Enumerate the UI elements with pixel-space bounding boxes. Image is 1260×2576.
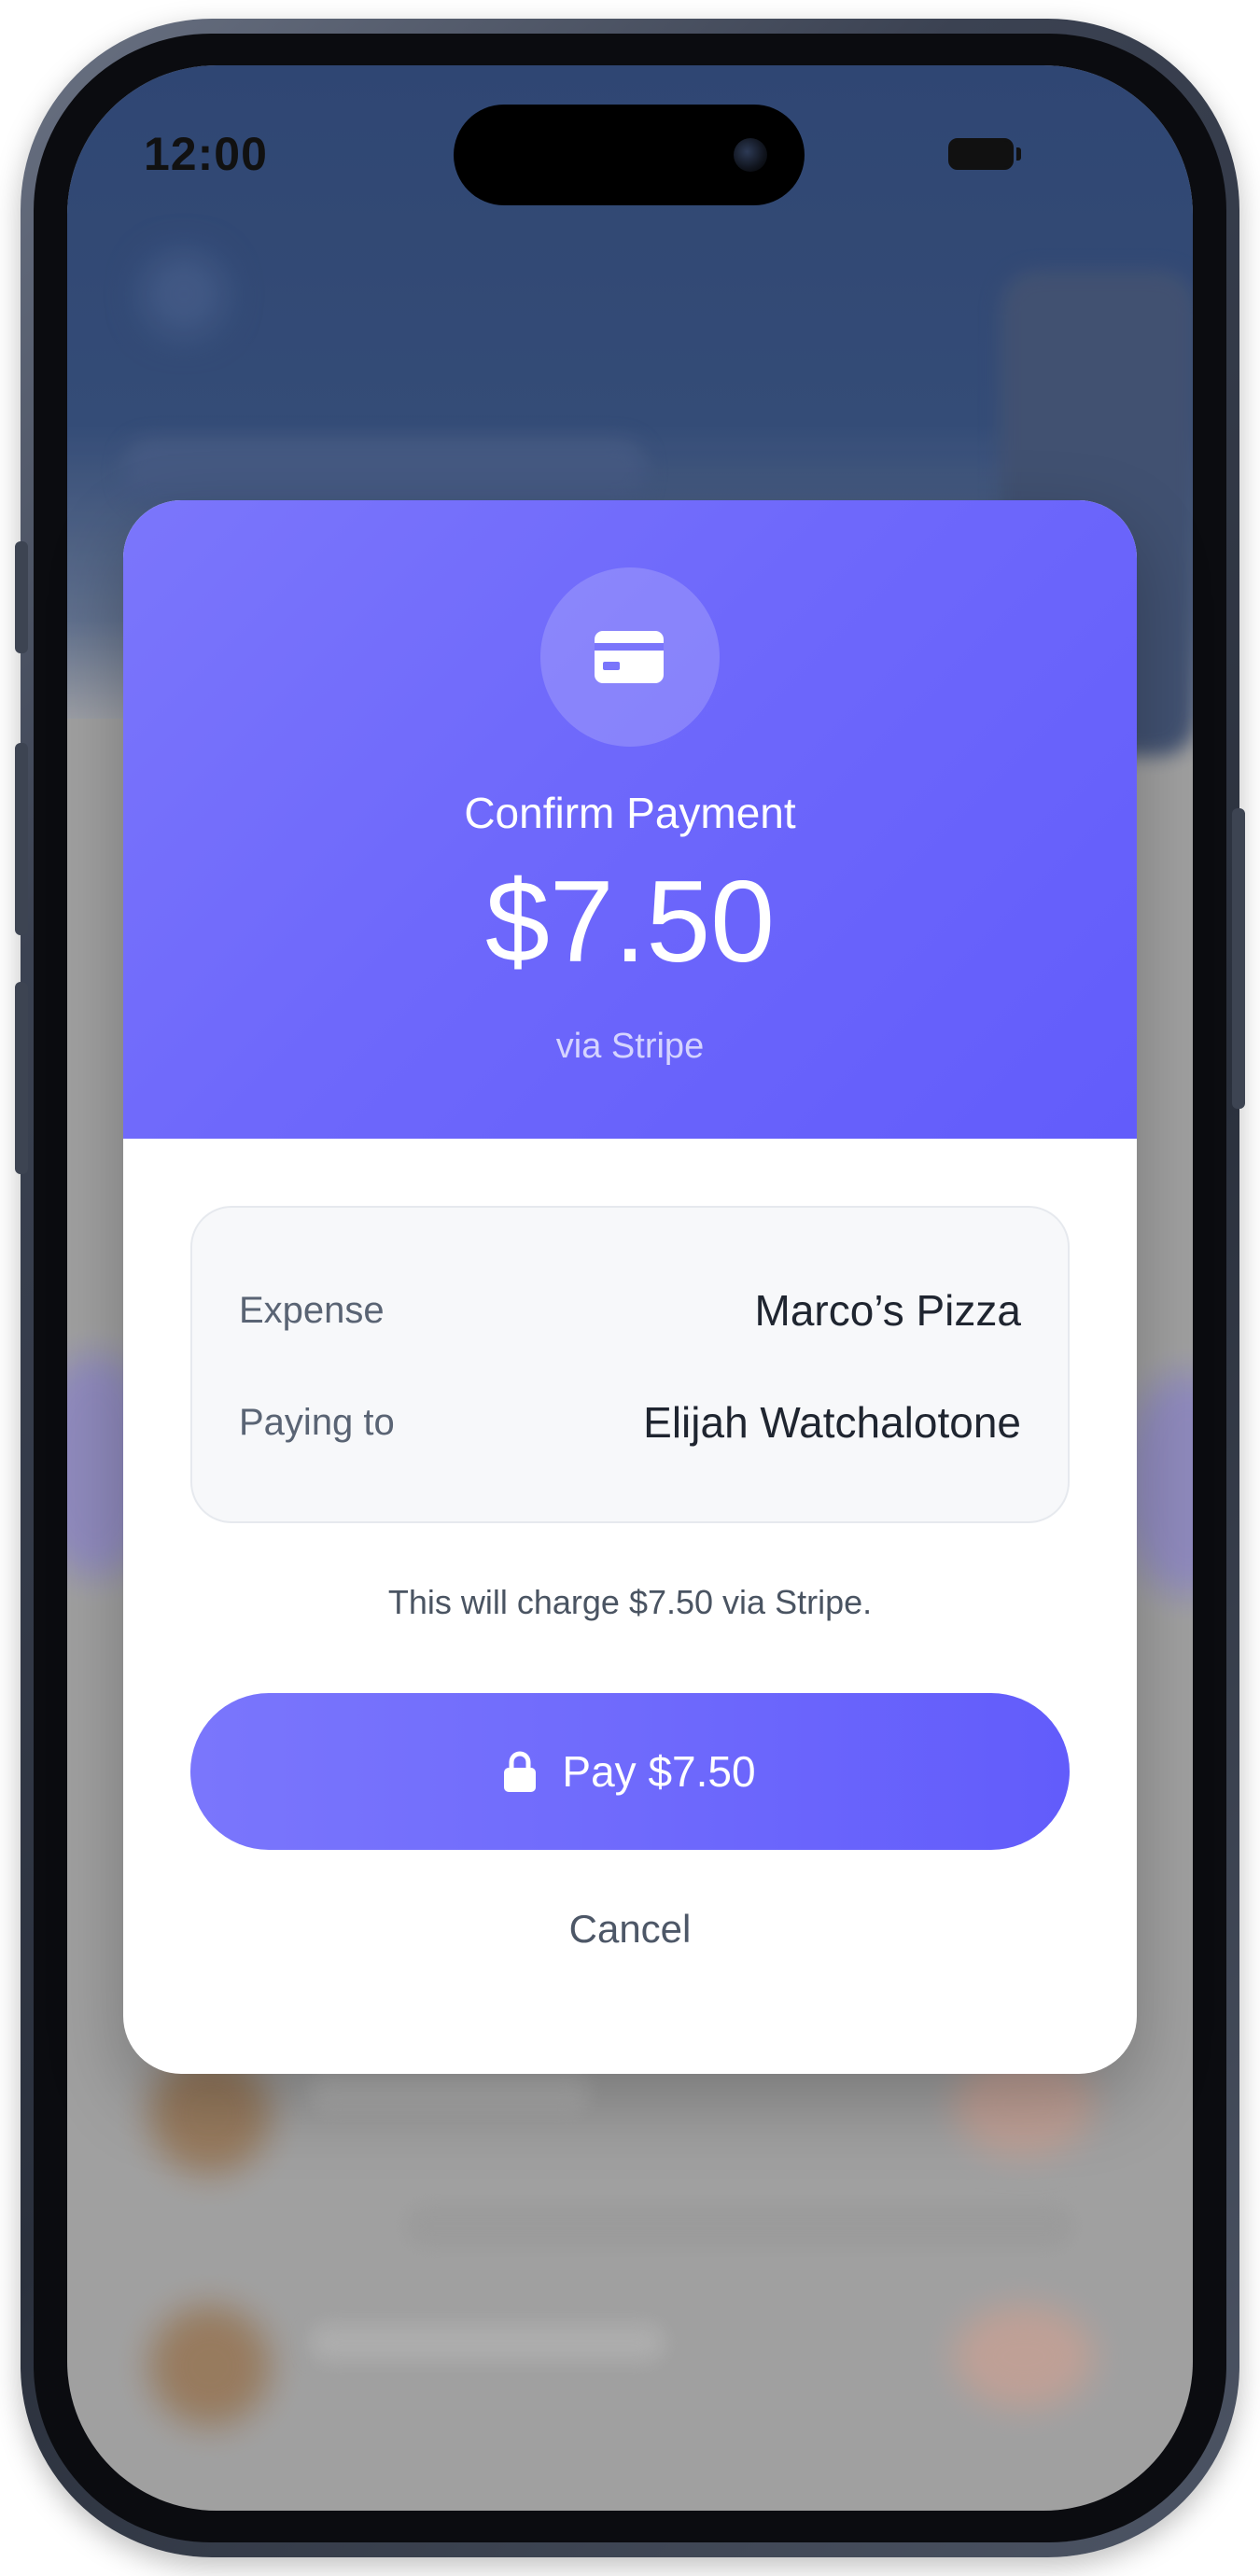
payment-details-card: Expense Marco’s Pizza Paying to Elijah W…	[190, 1206, 1070, 1523]
camera-icon	[734, 138, 767, 172]
detail-row-paying-to: Paying to Elijah Watchalotone	[239, 1394, 1021, 1450]
battery-icon	[948, 138, 1014, 170]
cancel-button[interactable]: Cancel	[537, 1897, 723, 1962]
credit-card-icon	[595, 631, 664, 683]
modal-title: Confirm Payment	[464, 789, 796, 837]
lock-icon	[504, 1751, 537, 1792]
detail-label: Expense	[239, 1290, 385, 1331]
battery-tip	[1016, 147, 1021, 161]
pay-button[interactable]: Pay $7.50	[190, 1693, 1070, 1850]
modal-header: Confirm Payment $7.50 via Stripe	[123, 500, 1137, 1139]
payment-amount: $7.50	[484, 858, 776, 987]
payment-provider: via Stripe	[555, 1027, 705, 1066]
power-button	[1232, 808, 1245, 1109]
detail-value: Marco’s Pizza	[754, 1286, 1021, 1335]
payment-modal: Confirm Payment $7.50 via Stripe Expense…	[123, 500, 1137, 2074]
charge-note: This will charge $7.50 via Stripe.	[387, 1583, 873, 1621]
status-time: 12:00	[144, 128, 268, 180]
card-icon-badge	[540, 567, 720, 747]
dynamic-island	[454, 105, 805, 205]
pay-button-label: Pay $7.50	[562, 1747, 756, 1796]
detail-value: Elijah Watchalotone	[643, 1398, 1021, 1447]
detail-row-expense: Expense Marco’s Pizza	[239, 1282, 1021, 1338]
volume-up-button	[15, 743, 28, 935]
volume-down-button	[15, 982, 28, 1174]
action-button	[15, 541, 28, 653]
detail-label: Paying to	[239, 1402, 395, 1443]
